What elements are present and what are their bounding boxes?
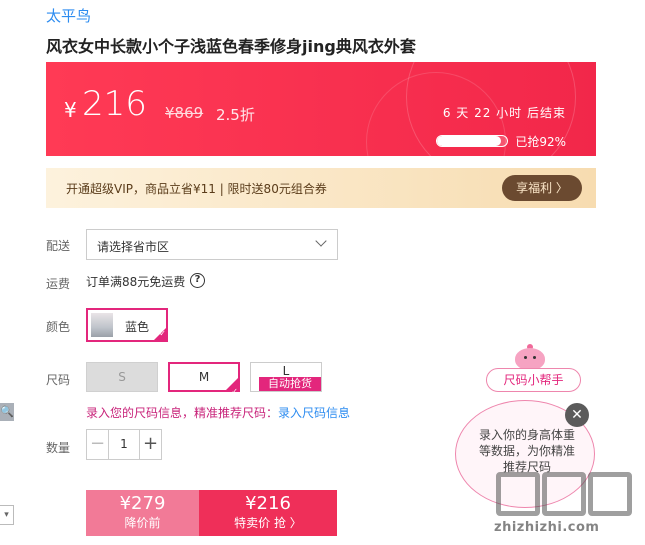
size-option-label: M [198, 370, 210, 384]
original-price-value: ¥279 [119, 493, 166, 514]
sold-progress-bar [436, 135, 508, 147]
size-option-m[interactable]: M [168, 362, 240, 405]
sold-percentage: 已抢92% [515, 135, 566, 149]
selected-check-icon [225, 377, 239, 405]
site-watermark: zhizhizhi.com [490, 472, 640, 540]
auto-grab-badge: 自动抢货 [259, 377, 321, 391]
shipping-text: 订单满88元免运费 [86, 275, 186, 289]
delivery-label: 配送 [46, 239, 71, 253]
product-title: 风衣女中长款小个子浅蓝色春季修身jing典风衣外套 [46, 37, 416, 56]
original-price-button[interactable]: ¥279 降价前 [86, 490, 199, 536]
buy-now-label: 特卖价 抢 〉 [234, 516, 302, 530]
currency-symbol: ¥ [64, 98, 77, 122]
color-thumbnail [91, 313, 113, 337]
size-tip-text: 录入您的尺码信息，精准推荐尺码： [86, 406, 279, 420]
chevron-down-icon[interactable]: ▾ [0, 505, 14, 525]
size-helper-button[interactable]: 尺码小帮手 [486, 368, 581, 392]
original-price-label: 降价前 [124, 516, 161, 530]
quantity-input[interactable]: 1 [109, 430, 139, 459]
quantity-stepper: − 1 + [86, 429, 162, 460]
size-option-label: L [282, 364, 290, 378]
size-recommend-tip: 录入您的尺码信息，精准推荐尺码：录入尺码信息 [86, 404, 350, 421]
watermark-url: zhizhizhi.com [494, 520, 600, 535]
enter-size-link[interactable]: 录入尺码信息 [278, 406, 350, 420]
size-label: 尺码 [46, 373, 71, 387]
region-select-value: 请选择省市区 [97, 240, 170, 254]
sale-price: 216 [82, 84, 147, 124]
size-helper-text: 录入你的身高体重等数据，为你精准推荐尺码 [478, 428, 575, 474]
countdown: 6 天 22 小时 后结束 [442, 106, 566, 120]
vip-promo-bar: 开通超级VIP，商品立省¥11 | 限时送80元组合券 享福利 〉 [46, 168, 596, 208]
discount-label: 2.5折 [216, 106, 255, 124]
quantity-minus-button[interactable]: − [87, 430, 109, 459]
vip-promo-text: 开通超级VIP，商品立省¥11 | 限时送80元组合券 [66, 182, 327, 196]
close-icon[interactable]: ✕ [565, 403, 589, 427]
mascot-icon [513, 344, 547, 370]
question-icon[interactable]: ? [190, 273, 205, 288]
buy-now-button[interactable]: ¥216 特卖价 抢 〉 [199, 490, 337, 536]
vip-benefit-button[interactable]: 享福利 〉 [502, 175, 582, 201]
chevron-down-icon [315, 235, 327, 247]
color-option-blue[interactable]: 蓝色 [86, 308, 168, 342]
region-select[interactable]: 请选择省市区 [86, 229, 338, 260]
brand-name[interactable]: 太平鸟 [46, 5, 91, 26]
color-option-label: 蓝色 [125, 320, 150, 334]
original-price: ¥869 [165, 104, 204, 122]
search-icon[interactable]: 🔍 [0, 403, 14, 421]
sold-progress-fill [437, 136, 502, 146]
shipping-label: 运费 [46, 277, 71, 291]
sale-price-value: ¥216 [245, 493, 291, 514]
selected-check-icon [153, 327, 167, 341]
color-label: 颜色 [46, 320, 71, 334]
price-banner: ¥ 216 ¥869 2.5折 6 天 22 小时 后结束 已抢92% [46, 62, 596, 156]
size-option-s[interactable]: S [86, 362, 158, 392]
quantity-plus-button[interactable]: + [139, 430, 161, 459]
size-option-l[interactable]: L 自动抢货 [250, 362, 322, 392]
quantity-label: 数量 [46, 441, 71, 455]
